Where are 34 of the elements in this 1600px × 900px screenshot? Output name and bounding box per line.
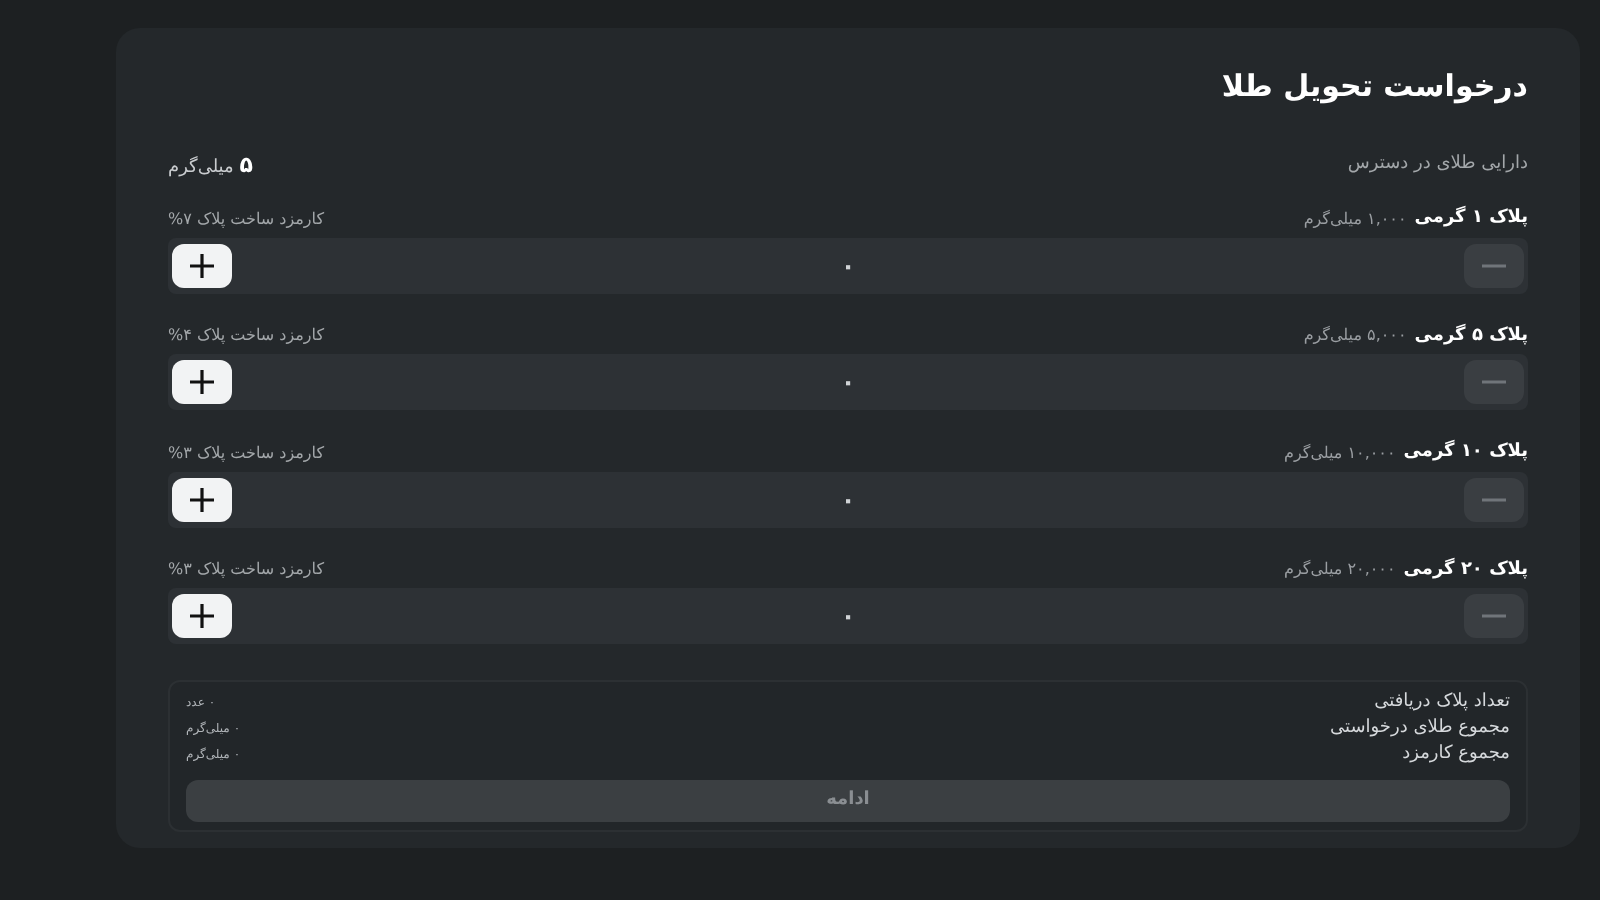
summary-label: مجموع کارمزد — [1402, 741, 1510, 768]
quantity-value: ۰ — [840, 249, 856, 283]
plus-icon — [188, 602, 217, 630]
fee-label: کارمزد ساخت پلاک ۴% — [168, 324, 325, 349]
plate-weight: ۲۰,۰۰۰ میلی‌گرم — [1284, 558, 1396, 583]
plate-name: پلاک ۵ گرمی — [1414, 323, 1528, 349]
plate-name: پلاک ۲۰ گرمی — [1403, 557, 1528, 583]
increment-button[interactable] — [172, 243, 233, 287]
balance-value: ۵ میلی‌گرم — [168, 149, 253, 181]
minus-icon — [1482, 380, 1506, 384]
plate-weight: ۱۰,۰۰۰ میلی‌گرم — [1284, 441, 1396, 466]
increment-button[interactable] — [172, 360, 233, 404]
increment-button[interactable] — [172, 477, 233, 521]
page-title: درخواست تحویل طلا — [1219, 66, 1528, 108]
summary-label: مجموع طلای درخواستی — [1330, 715, 1510, 742]
fee-label: کارمزد ساخت پلاک ۳% — [168, 558, 325, 583]
plus-icon — [188, 251, 217, 279]
plus-icon — [188, 485, 217, 513]
summary-label: تعداد پلاک دریافتی — [1374, 689, 1510, 716]
fee-label: کارمزد ساخت پلاک ۷% — [168, 207, 325, 232]
minus-icon — [1482, 497, 1506, 501]
plate-name: پلاک ۱ گرمی — [1414, 206, 1528, 232]
plus-icon — [188, 368, 217, 396]
plate-name: پلاک ۱۰ گرمی — [1403, 440, 1528, 466]
quantity-value: ۰ — [840, 483, 856, 517]
minus-icon — [1482, 614, 1506, 618]
fee-label: کارمزد ساخت پلاک ۳% — [168, 441, 325, 466]
quantity-value: ۰ — [840, 600, 856, 634]
minus-icon — [1482, 263, 1506, 267]
balance-label: دارایی طلای در دسترس — [1347, 152, 1528, 178]
increment-button[interactable] — [172, 594, 233, 638]
plate-weight: ۱,۰۰۰ میلی‌گرم — [1303, 207, 1407, 232]
plate-weight: ۵,۰۰۰ میلی‌گرم — [1303, 324, 1407, 349]
quantity-value: ۰ — [840, 366, 856, 400]
